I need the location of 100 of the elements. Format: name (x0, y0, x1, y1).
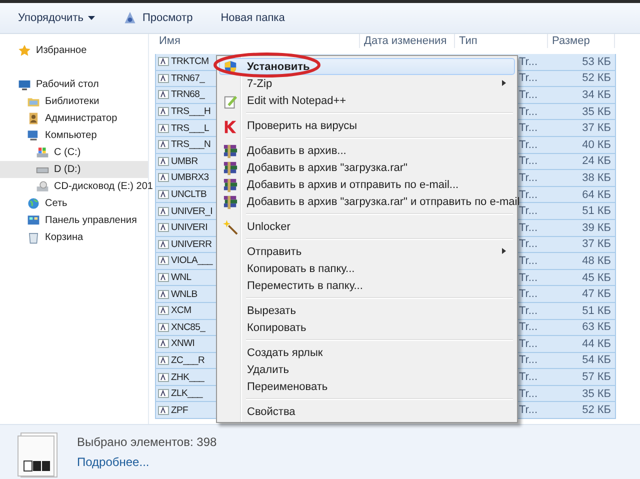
file-type: Tr... (519, 138, 539, 151)
file-name: ZLK___ (171, 388, 202, 400)
preview-icon (123, 11, 138, 25)
sidebar-item[interactable]: Панель управления (0, 212, 148, 229)
monitor-icon (18, 78, 31, 91)
file-size: 44 КБ (581, 338, 611, 350)
sidebar-item[interactable]: Компьютер (0, 127, 148, 144)
sidebar-item[interactable]: C (C:) (0, 144, 148, 161)
file-name: UNIVERR (171, 238, 212, 250)
menu-item[interactable]: Проверить на вирусы (219, 117, 515, 134)
sidebar-item[interactable]: Корзина (0, 229, 148, 246)
file-size: 54 КБ (581, 354, 611, 366)
sidebar-item[interactable]: Рабочий стол (0, 76, 148, 93)
menu-item[interactable]: Создать ярлык (219, 344, 515, 361)
file-name: TRKTCM (171, 56, 209, 68)
file-type: Tr... (519, 188, 539, 201)
column-header[interactable]: Размер (548, 34, 615, 48)
magic-wand-icon (223, 220, 238, 235)
menu-item[interactable]: Переместить в папку... (219, 277, 515, 294)
column-header[interactable]: Дата изменения (360, 34, 455, 48)
file-size: 51 КБ (581, 304, 611, 317)
font-file-icon (158, 372, 169, 382)
books-stack-icon (223, 161, 238, 176)
sidebar-item-label: Корзина (45, 232, 84, 243)
file-name: ZPF (171, 404, 188, 416)
file-name: UNCLTB (171, 189, 206, 200)
file-type: Tr... (519, 172, 539, 184)
menu-item[interactable]: Добавить в архив... (219, 142, 515, 159)
font-file-icon (158, 74, 169, 83)
file-size: 38 КБ (581, 172, 611, 184)
font-file-icon (158, 306, 169, 316)
file-name: WNL (171, 272, 192, 284)
file-type: Tr... (519, 155, 539, 168)
toolbar-button[interactable]: Упорядочить (15, 10, 98, 26)
font-file-icon (158, 90, 169, 100)
menu-item[interactable]: Unlocker (219, 218, 515, 235)
file-name: VIOLA___ (171, 255, 212, 266)
menu-item[interactable]: Edit with Notepad++ (219, 92, 515, 109)
sidebar-item[interactable]: Избранное (0, 42, 148, 59)
file-size: 24 КБ (581, 155, 611, 168)
menu-item[interactable]: Копировать (219, 319, 515, 336)
menu-item[interactable]: Установить (219, 58, 515, 75)
file-name: TRN67_ (171, 72, 205, 84)
font-file-icon (158, 339, 169, 348)
sidebar-item-label: Сеть (45, 198, 68, 209)
file-name: TRS___L (171, 122, 210, 134)
shield-icon (223, 60, 238, 75)
notepad-icon (223, 94, 238, 109)
sidebar-item[interactable]: Администратор (0, 110, 148, 127)
column-header[interactable]: Имя (155, 34, 360, 48)
menu-item[interactable]: 7-Zip (219, 75, 515, 92)
menu-item[interactable]: Добавить в архив "загрузка.rar" (219, 159, 515, 176)
column-header[interactable]: Тип (455, 34, 548, 48)
file-type: Tr... (519, 321, 539, 334)
sidebar-item[interactable]: Библиотеки (0, 93, 148, 110)
file-type: Tr... (519, 122, 539, 134)
sidebar-item[interactable]: Сеть (0, 195, 148, 212)
details-link[interactable]: Подробнее... (77, 455, 217, 469)
file-type: Tr... (519, 354, 539, 366)
font-file-icon (158, 107, 169, 116)
menu-item[interactable]: Вырезать (219, 302, 515, 319)
sidebar-item-label: D (D:) (54, 164, 81, 175)
file-name: TRN68_ (171, 89, 205, 100)
file-name: UMBRX3 (171, 172, 209, 184)
menu-item[interactable]: Свойства (219, 403, 515, 420)
disc-drive-icon (36, 180, 49, 193)
toolbar-button[interactable]: Просмотр (120, 9, 196, 27)
file-size: 39 КБ (581, 222, 611, 234)
panel-icon (27, 214, 40, 227)
menu-item[interactable]: Отправить (219, 243, 515, 260)
submenu-arrow-icon (502, 80, 506, 86)
file-name: UNIVERI (171, 222, 208, 234)
font-file-icon (158, 290, 169, 299)
file-name: WNLB (171, 288, 198, 300)
file-size: 35 КБ (581, 388, 611, 400)
sidebar-item-label: C (C:) (54, 147, 81, 158)
file-name: XNC85_ (171, 322, 206, 333)
font-file-icon (158, 273, 169, 282)
file-size: 35 КБ (581, 106, 611, 118)
font-file-icon (158, 356, 169, 365)
drive-icon (36, 146, 49, 159)
file-name: XNWI (171, 338, 195, 350)
font-file-icon (158, 389, 169, 398)
toolbar-button[interactable]: Новая папка (218, 10, 288, 26)
menu-item[interactable]: Добавить в архив и отправить по e-mail... (219, 176, 515, 193)
file-type: Tr... (519, 272, 539, 284)
menu-item[interactable]: Копировать в папку... (219, 260, 515, 277)
sidebar-item[interactable]: D (D:) (0, 161, 148, 178)
caret-icon (88, 16, 96, 20)
file-name: ZHK___ (171, 372, 204, 383)
menu-item[interactable]: Удалить (219, 361, 515, 378)
menu-item[interactable]: Переименовать (219, 378, 515, 395)
file-size: 47 КБ (581, 288, 611, 300)
file-name: XCM (171, 305, 192, 316)
trash-icon (27, 231, 40, 244)
sidebar-item-label: Администратор (45, 113, 118, 124)
file-type: Tr... (519, 72, 539, 84)
file-type: Tr... (519, 338, 539, 350)
sidebar-item-label: CD-дисковод (E:) 201 (54, 181, 153, 192)
sidebar-item-label: Рабочий стол (36, 79, 99, 90)
